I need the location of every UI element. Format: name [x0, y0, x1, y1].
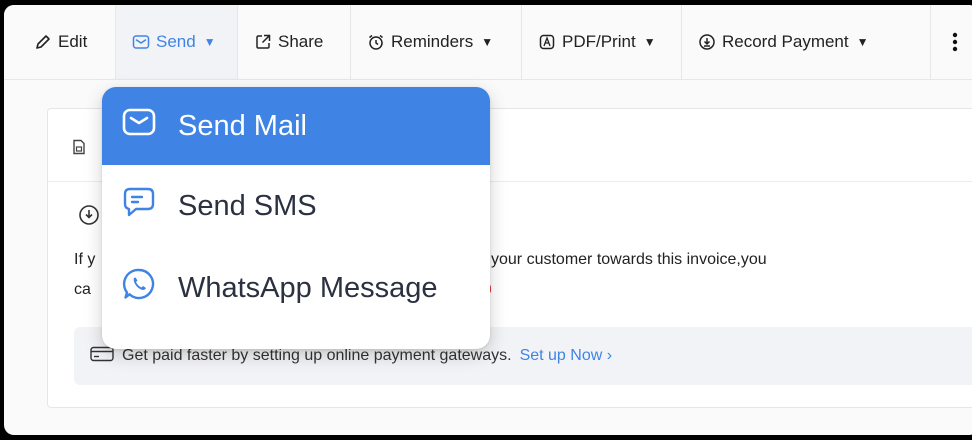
send-label: Send [156, 32, 196, 51]
sms-icon [122, 186, 156, 226]
send-sms-label: Send SMS [178, 189, 317, 222]
whatsapp-message-option[interactable]: WhatsApp Message [102, 247, 490, 329]
whatsapp-message-label: WhatsApp Message [178, 271, 438, 304]
share-icon [254, 33, 272, 51]
payment-info-text-line2: ca [74, 281, 91, 298]
send-sms-option[interactable]: Send SMS [102, 165, 490, 247]
pdf-icon [538, 33, 556, 51]
banner-text: Get paid faster by setting up online pay… [122, 347, 512, 364]
payment-info-text-end: your customer towards this invoice,you [491, 251, 767, 268]
share-button[interactable]: Share [238, 5, 351, 79]
mail-icon [132, 34, 150, 50]
invoice-window: Edit Send ▼ Share Reminders ▼ PDF/Print … [4, 5, 972, 435]
pencil-icon [34, 33, 52, 51]
chevron-down-icon: ▼ [856, 35, 869, 49]
card-icon [90, 346, 114, 367]
invoice-toolbar: Edit Send ▼ Share Reminders ▼ PDF/Print … [4, 5, 972, 80]
pdf-print-label: PDF/Print [562, 32, 636, 51]
whatsapp-icon [122, 267, 156, 309]
edit-label: Edit [58, 32, 88, 51]
chevron-down-icon: ▼ [481, 35, 494, 49]
mail-icon [122, 107, 156, 145]
send-dropdown-menu: Send Mail Send SMS WhatsApp Message [102, 87, 490, 349]
send-mail-label: Send Mail [178, 109, 307, 142]
more-vertical-icon [952, 32, 958, 52]
alarm-clock-icon [367, 33, 385, 51]
record-payment-button[interactable]: Record Payment ▼ [682, 5, 931, 79]
setup-now-link[interactable]: Set up Now › [520, 347, 612, 365]
reminders-label: Reminders [391, 32, 474, 51]
chevron-down-icon: ▼ [203, 35, 216, 49]
share-label: Share [278, 32, 324, 51]
payment-info-text-start: If y [74, 251, 96, 268]
reminders-button[interactable]: Reminders ▼ [351, 5, 522, 79]
document-icon [72, 139, 86, 160]
chevron-down-icon: ▼ [643, 35, 656, 49]
record-payment-label: Record Payment [722, 32, 849, 51]
download-circle-icon [78, 204, 100, 231]
payment-download-icon [698, 33, 716, 51]
send-mail-option[interactable]: Send Mail [102, 87, 490, 165]
edit-button[interactable]: Edit [4, 5, 116, 79]
send-button[interactable]: Send ▼ [116, 5, 238, 79]
more-options-button[interactable] [931, 5, 972, 79]
pdf-print-button[interactable]: PDF/Print ▼ [522, 5, 682, 79]
